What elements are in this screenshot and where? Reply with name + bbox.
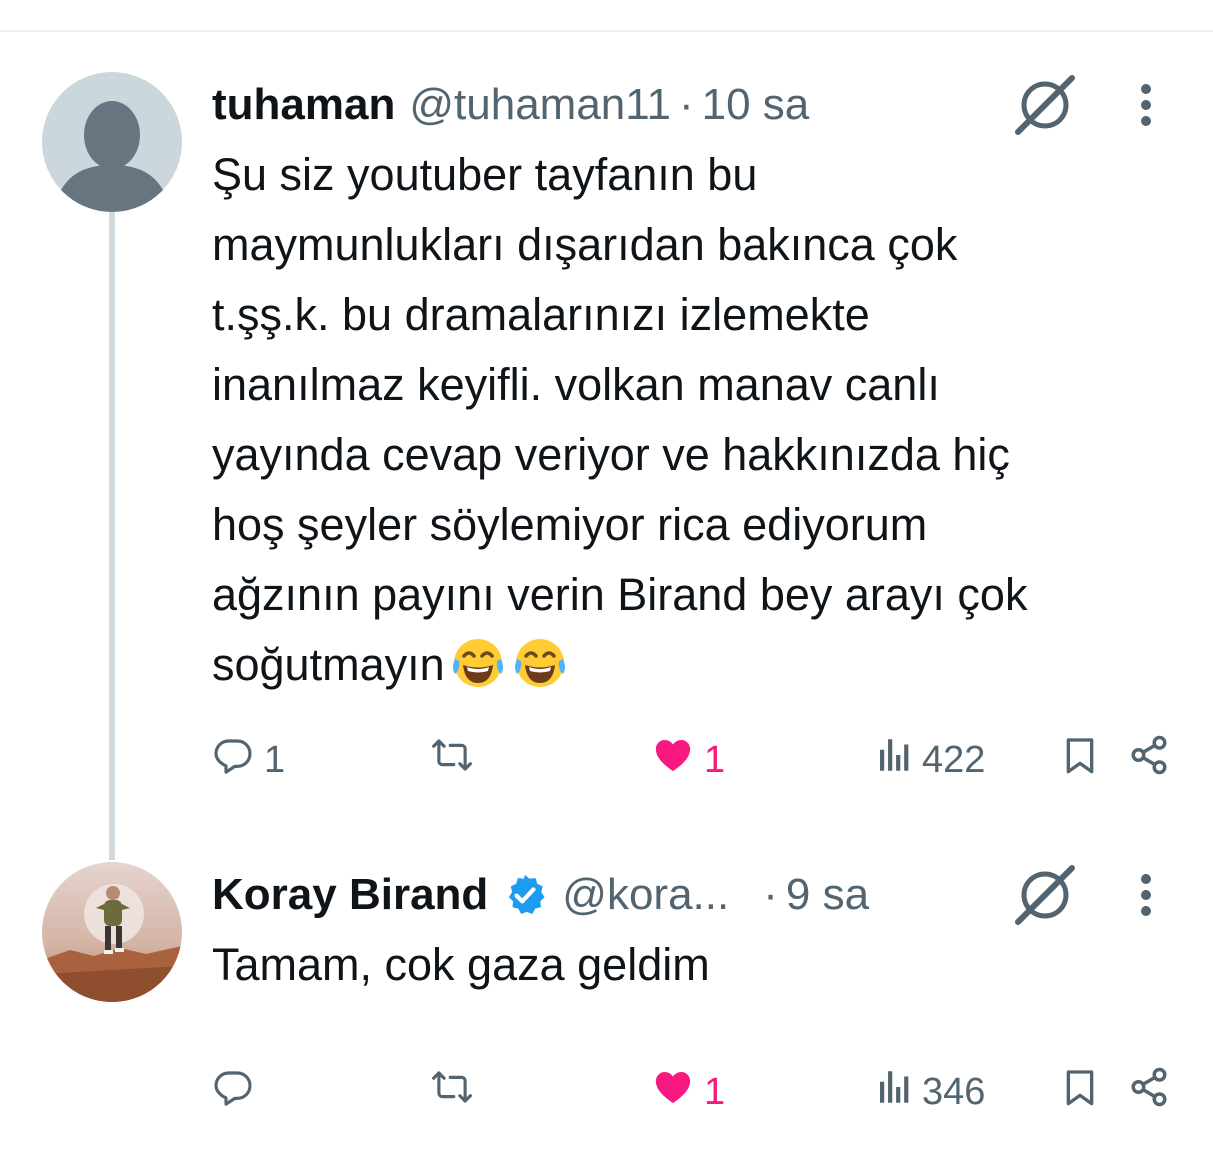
like-count: 1 xyxy=(704,1070,726,1113)
tweet-text: Tamam, cok gaza geldim xyxy=(212,930,1172,1000)
bookmark-icon xyxy=(1060,734,1100,786)
timestamp[interactable]: 10 sa xyxy=(702,80,810,130)
repost-icon xyxy=(430,734,474,786)
views-icon xyxy=(876,734,912,786)
reply-tweet-koray-birand[interactable]: Koray Birand @kora... · 9 sa Tamam, cok … xyxy=(0,840,1213,1153)
like-button[interactable]: 1 xyxy=(652,730,725,790)
heart-icon xyxy=(652,734,694,786)
display-name[interactable]: tuhaman xyxy=(212,80,395,130)
more-icon[interactable] xyxy=(1128,75,1164,135)
display-name[interactable]: Koray Birand xyxy=(212,870,488,920)
view-count: 346 xyxy=(922,1070,986,1113)
timestamp[interactable]: 9 sa xyxy=(786,870,869,920)
separator-dot: · xyxy=(678,80,694,129)
separator-dot: · xyxy=(763,870,778,919)
tweet-actions: 1 346 xyxy=(0,1062,1213,1122)
reply-icon xyxy=(212,1066,254,1118)
repost-button[interactable] xyxy=(430,1062,484,1122)
reply-icon xyxy=(212,734,254,786)
views-button[interactable]: 422 xyxy=(876,730,985,790)
like-button[interactable]: 1 xyxy=(652,1062,725,1122)
reply-button[interactable] xyxy=(212,1062,264,1122)
reply-button[interactable]: 1 xyxy=(212,730,285,790)
bookmark-button[interactable] xyxy=(1060,1062,1100,1122)
avatar[interactable] xyxy=(42,862,182,1002)
share-icon xyxy=(1128,734,1170,786)
repost-button[interactable] xyxy=(430,730,484,790)
tweet-actions: 1 1 422 xyxy=(0,730,1213,790)
grok-icon[interactable] xyxy=(1010,860,1080,930)
bookmark-button[interactable] xyxy=(1060,730,1100,790)
tears-of-joy-emoji xyxy=(449,634,507,712)
view-count: 422 xyxy=(922,738,986,781)
grok-icon[interactable] xyxy=(1010,70,1080,140)
share-icon xyxy=(1128,1066,1170,1118)
bookmark-icon xyxy=(1060,1066,1100,1118)
heart-icon xyxy=(652,1066,694,1118)
views-button[interactable]: 346 xyxy=(876,1062,985,1122)
views-icon xyxy=(876,1066,912,1118)
tweet-text: Şu siz youtuber tayfanın bu maymunluklar… xyxy=(212,140,1172,712)
user-handle[interactable]: @tuhaman11 xyxy=(409,80,671,130)
tweet-header: tuhaman @tuhaman11 · 10 sa xyxy=(212,75,809,135)
repost-icon xyxy=(430,1066,474,1118)
tweet-text-content: Tamam, cok gaza geldim xyxy=(212,939,710,990)
tweet-text-content: Şu siz youtuber tayfanın bu maymunluklar… xyxy=(212,149,1028,690)
share-button[interactable] xyxy=(1128,730,1170,790)
more-icon[interactable] xyxy=(1128,865,1164,925)
share-button[interactable] xyxy=(1128,1062,1170,1122)
reply-count: 1 xyxy=(264,738,286,781)
tears-of-joy-emoji xyxy=(511,634,569,712)
like-count: 1 xyxy=(704,738,726,781)
tweet-header: Koray Birand @kora... · 9 sa xyxy=(212,865,869,925)
reply-tweet-tuhaman[interactable]: tuhaman @tuhaman11 · 10 sa Şu siz youtub… xyxy=(0,0,1213,860)
verified-badge-icon[interactable] xyxy=(502,872,548,918)
user-handle[interactable]: @kora... xyxy=(562,870,729,920)
avatar-default[interactable] xyxy=(42,72,182,212)
